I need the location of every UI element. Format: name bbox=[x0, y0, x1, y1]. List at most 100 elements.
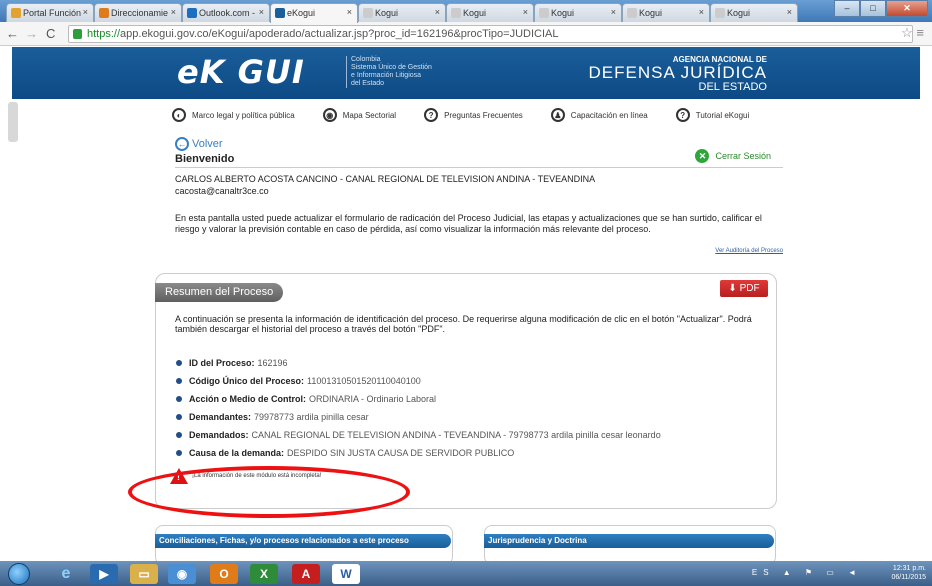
url-field[interactable]: https://app.ekogui.gov.co/eKogui/apodera… bbox=[68, 25, 913, 43]
intro-text: En esta pantalla usted puede actualizar … bbox=[175, 213, 762, 234]
nav-item-label: Mapa Sectorial bbox=[342, 110, 397, 120]
bookmark-star-icon[interactable]: ☆ ≡ bbox=[901, 25, 924, 41]
browser-tab[interactable]: Kogui × bbox=[358, 3, 446, 22]
browser-tab[interactable]: Direccionamie × bbox=[94, 3, 182, 22]
back-icon[interactable]: ← bbox=[6, 26, 19, 41]
outlook-icon[interactable]: O bbox=[210, 564, 238, 584]
reload-icon[interactable]: C bbox=[46, 26, 55, 41]
resumen-intro: A continuación se presenta la informació… bbox=[175, 314, 752, 334]
tab-favicon-icon bbox=[627, 8, 637, 18]
tray-icons[interactable]: ES ▲ ⚑ ▭ ◄ bbox=[752, 568, 862, 577]
tab-favicon-icon bbox=[451, 8, 461, 18]
tab-close-icon[interactable]: × bbox=[347, 7, 352, 17]
bullet-icon bbox=[176, 432, 182, 438]
browser-tab[interactable]: Outlook.com - × bbox=[182, 3, 270, 22]
nav-item[interactable]: ? Preguntas Frecuentes bbox=[424, 107, 523, 123]
logout-button[interactable]: ✕ Cerrar Sesión bbox=[695, 149, 771, 163]
logout-label: Cerrar Sesión bbox=[715, 151, 771, 161]
word-icon[interactable]: W bbox=[332, 564, 360, 584]
tab-label: Direccionamie bbox=[111, 8, 169, 18]
maximize-button[interactable]: □ bbox=[860, 0, 886, 17]
field-value: 162196 bbox=[257, 358, 288, 368]
nav-item[interactable]: ◐ Marco legal y política pública bbox=[172, 107, 295, 123]
logo-sub-line: Colombia bbox=[351, 56, 381, 63]
nav-item-label: Tutorial eKogui bbox=[695, 110, 750, 120]
browser-tab[interactable]: Kogui × bbox=[622, 3, 710, 22]
divider bbox=[175, 167, 783, 168]
tab-close-icon[interactable]: × bbox=[787, 7, 792, 17]
user-email: cacosta@canaltr3ce.co bbox=[175, 186, 269, 196]
process-field: Acción o Medio de Control: ORDINARIA - Or… bbox=[176, 390, 661, 408]
conciliaciones-header[interactable]: Conciliaciones, Fichas, y/o procesos rel… bbox=[155, 534, 451, 548]
tab-label: Kogui bbox=[639, 8, 663, 18]
forward-icon[interactable]: → bbox=[25, 26, 38, 41]
question-icon: ? bbox=[424, 108, 439, 122]
logo-subtitle: Colombia Sistema Único de Gestión e Info… bbox=[346, 56, 446, 88]
tab-label: eKogui bbox=[287, 8, 316, 18]
nav-item[interactable]: ♟ Capacitación en línea bbox=[550, 107, 648, 123]
url-scheme: https:// bbox=[87, 28, 121, 40]
tab-favicon-icon bbox=[99, 8, 109, 18]
tab-favicon-icon bbox=[275, 8, 285, 18]
pdf-button[interactable]: ⬇ PDF bbox=[720, 280, 768, 297]
ekogui-logo[interactable]: eK GUI bbox=[177, 53, 305, 91]
clock-time: 12:31 p.m. bbox=[892, 565, 926, 572]
tab-close-icon[interactable]: × bbox=[83, 7, 88, 17]
excel-icon[interactable]: X bbox=[250, 564, 278, 584]
tab-favicon-icon bbox=[363, 8, 373, 18]
jurisprudencia-header[interactable]: Jurisprudencia y Doctrina bbox=[484, 534, 774, 548]
browser-tab[interactable]: eKogui × bbox=[270, 3, 358, 23]
chrome-icon[interactable]: ◉ bbox=[168, 564, 196, 584]
nav-item-label: Preguntas Frecuentes bbox=[444, 110, 523, 120]
compass-icon: ◐ bbox=[172, 108, 186, 122]
user-name: CARLOS ALBERTO ACOSTA CANCINO - CANAL RE… bbox=[175, 174, 596, 184]
resumen-tab: Resumen del Proceso bbox=[155, 283, 283, 302]
nav-item[interactable]: ? Tutorial eKogui bbox=[675, 107, 750, 123]
agency-logo: AGENCIA NACIONAL DE DEFENSA JURÍDICA DEL… bbox=[589, 55, 767, 93]
tab-close-icon[interactable]: × bbox=[435, 7, 440, 17]
field-value: 79978773 ardila pinilla cesar bbox=[254, 412, 369, 422]
nav-item-label: Capacitación en línea bbox=[570, 110, 648, 120]
ie-icon[interactable]: e bbox=[52, 564, 80, 584]
bullet-icon bbox=[176, 360, 182, 366]
browser-tab-strip: Portal Función × Direccionamie × Outlook.com… bbox=[0, 0, 932, 23]
download-icon: ⬇ bbox=[728, 283, 740, 294]
help-icon: ? bbox=[675, 108, 690, 122]
process-field: Demandantes: 79978773 ardila pinilla cesa… bbox=[176, 408, 661, 426]
agency-line: DEL ESTADO bbox=[698, 81, 767, 93]
site-banner: eK GUI Colombia Sistema Único de Gestión… bbox=[12, 47, 920, 99]
start-button[interactable] bbox=[8, 563, 30, 585]
field-label: Causa de la demanda: bbox=[189, 448, 285, 458]
side-handle[interactable] bbox=[8, 102, 18, 142]
tab-close-icon[interactable]: × bbox=[171, 7, 176, 17]
clock[interactable]: 12:31 p.m. 06/11/2015 bbox=[891, 564, 926, 582]
browser-tab[interactable]: Kogui × bbox=[534, 3, 622, 22]
nav-item[interactable]: ◉ Mapa Sectorial bbox=[322, 107, 397, 123]
tab-favicon-icon bbox=[187, 8, 197, 18]
field-value: ORDINARIA - Ordinario Laboral bbox=[309, 394, 437, 404]
process-field: Demandados: CANAL REGIONAL DE TELEVISION … bbox=[176, 426, 661, 444]
close-window-button[interactable]: ✕ bbox=[886, 0, 928, 17]
window-controls: – □ ✕ bbox=[834, 0, 928, 18]
acrobat-icon[interactable]: A bbox=[292, 564, 320, 584]
tab-close-icon[interactable]: × bbox=[523, 7, 528, 17]
browser-tab[interactable]: Portal Función × bbox=[6, 3, 94, 22]
tab-close-icon[interactable]: × bbox=[699, 7, 704, 17]
field-value: CANAL REGIONAL DE TELEVISION ANDINA - TE… bbox=[251, 430, 661, 440]
minimize-button[interactable]: – bbox=[834, 0, 860, 17]
browser-tab[interactable]: Kogui × bbox=[446, 3, 534, 22]
browser-tab[interactable]: Kogui × bbox=[710, 3, 798, 22]
ver-auditoria-link[interactable]: Ver Auditoría del Proceso bbox=[715, 248, 783, 254]
address-bar-row: ← → C https://app.ekogui.gov.co/eKogui/a… bbox=[0, 22, 932, 46]
logo-sub-line: Sistema Único de Gestión bbox=[351, 64, 432, 71]
tab-close-icon[interactable]: × bbox=[259, 7, 264, 17]
jurisprudencia-panel: Jurisprudencia y Doctrina bbox=[484, 525, 776, 561]
volver-link[interactable]: ← Volver bbox=[175, 137, 223, 151]
tab-close-icon[interactable]: × bbox=[611, 7, 616, 17]
tab-favicon-icon bbox=[11, 8, 21, 18]
media-icon[interactable]: ▶ bbox=[90, 564, 118, 584]
folder-icon[interactable]: ▭ bbox=[130, 564, 158, 584]
conciliaciones-panel: Conciliaciones, Fichas, y/o procesos rel… bbox=[155, 525, 453, 561]
language-indicator[interactable]: ES bbox=[752, 568, 775, 577]
process-field: ID del Proceso: 162196 bbox=[176, 354, 661, 372]
